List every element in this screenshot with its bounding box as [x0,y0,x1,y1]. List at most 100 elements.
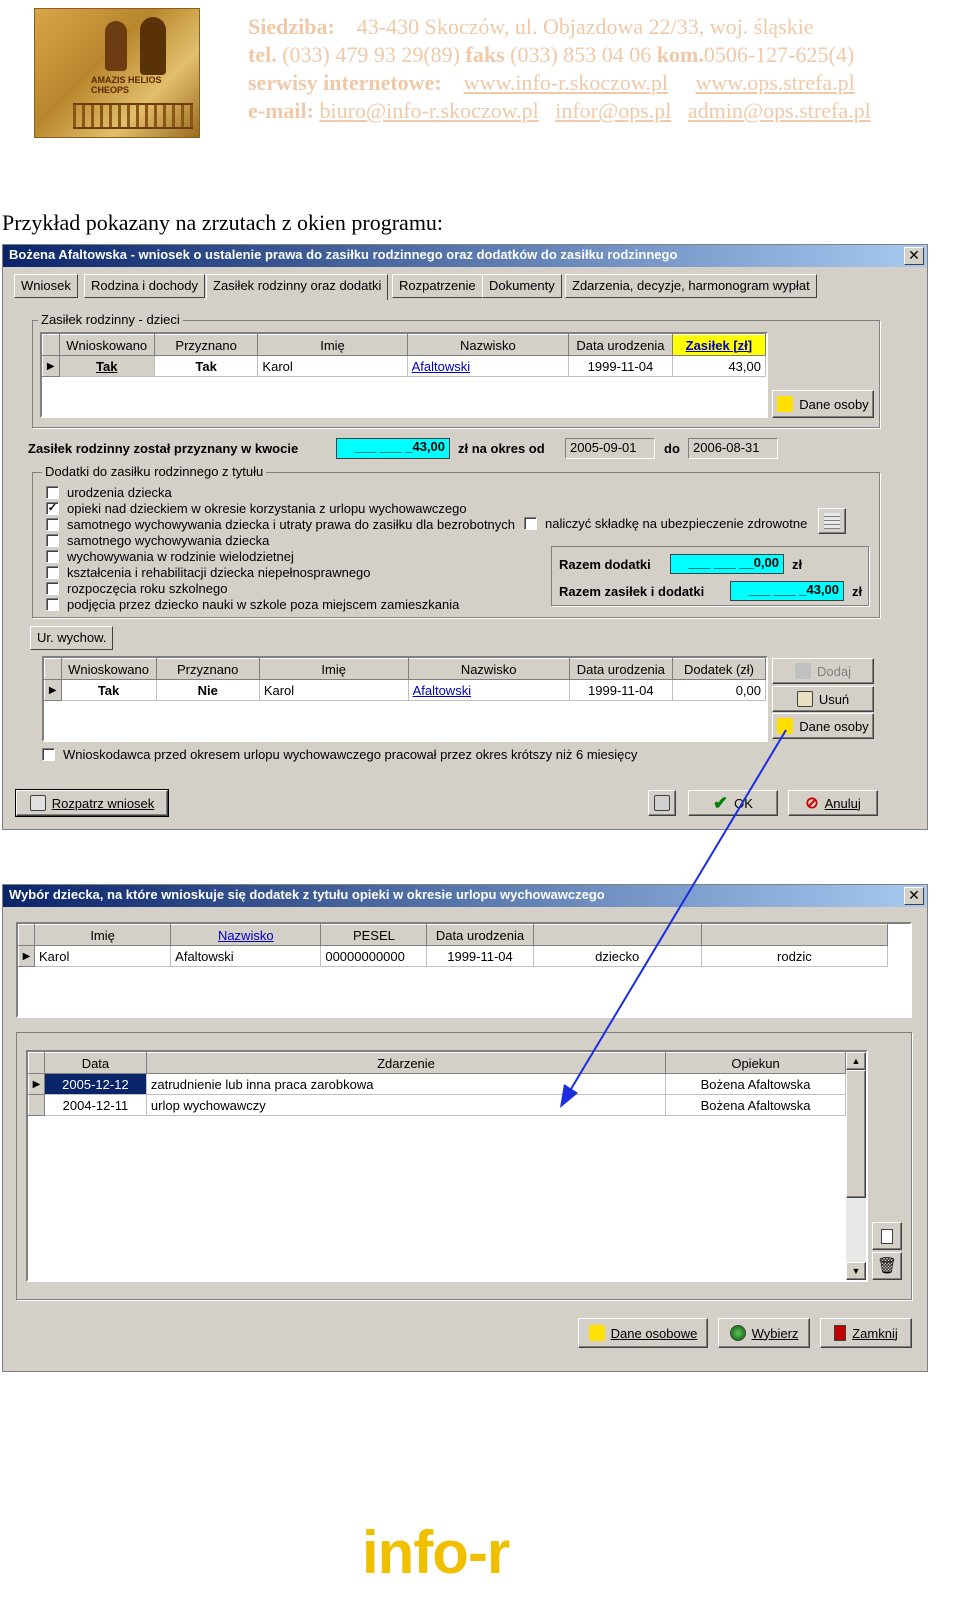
cell-link[interactable]: Afaltowski [407,679,570,701]
krotszy-row[interactable]: Wnioskodawca przed okresem urlopu wychow… [42,747,637,762]
col-empty[interactable] [532,924,702,946]
col-nazwisko[interactable]: Nazwisko [407,658,570,680]
email-link-1[interactable]: biuro@info-r.skoczow.pl [319,98,538,123]
cell[interactable]: Tak [153,355,259,377]
cell[interactable]: zatrudnienie lub inna praca zarobkowa [145,1073,667,1095]
wybierz-button[interactable]: Wybierz [718,1318,810,1348]
cell[interactable]: Tak [58,355,155,377]
cell[interactable]: 2004-12-11 [43,1094,147,1116]
okres-do-field[interactable]: 2006-08-31 [688,438,778,459]
checkbox-row[interactable]: podjęcia przez dziecko nauki w szkole po… [46,596,515,612]
cell[interactable]: Bożena Afaltowska [665,1094,846,1116]
col-data-urodzenia[interactable]: Data urodzenia [568,334,673,356]
cell[interactable]: 00000000000 [320,945,428,967]
col-data[interactable]: Data [43,1052,147,1074]
cell[interactable]: 1999-11-04 [568,679,673,701]
email-link-3[interactable]: admin@ops.strefa.pl [688,98,871,123]
cell[interactable]: Karol [257,355,408,377]
cell[interactable]: Afaltowski [170,945,322,967]
cell[interactable]: Nie [155,679,260,701]
cell[interactable]: Tak [60,679,157,701]
naliczyc-row[interactable]: naliczyć składkę na ubezpieczenie zdrowo… [524,516,807,531]
krotszy-checkbox[interactable] [42,748,55,761]
dane-osoby-button-2[interactable]: Dane osoby [772,713,874,739]
cell[interactable]: dziecko [532,945,702,967]
dane-osobowe-button[interactable]: Dane osobowe [578,1318,708,1348]
col-zasilek[interactable]: Zasiłek [zł] [671,334,767,356]
checkbox[interactable] [46,533,59,547]
col-imie[interactable]: Imię [257,334,408,356]
przyznany-value[interactable]: ___ ___ _43,00 [336,438,450,459]
naliczyc-checkbox[interactable] [524,517,537,530]
cell[interactable]: Karol [34,945,172,967]
tab-zdarzenia[interactable]: Zdarzenia, decyzje, harmonogram wypłat [565,274,817,298]
tab-zasilek[interactable]: Zasiłek rodzinny oraz dodatki [206,274,388,300]
cell[interactable]: Bożena Afaltowska [665,1073,846,1095]
col-dodatek[interactable]: Dodatek (zł) [671,658,767,680]
cell-link[interactable]: Afaltowski [406,355,570,377]
cell[interactable]: urlop wychowawczy [145,1094,667,1116]
checkbox[interactable]: ✓ [46,501,59,515]
col-wnioskowano[interactable]: Wnioskowano [58,334,155,356]
checkbox-row[interactable]: ✓ opieki nad dzieckiem w okresie korzysta… [46,500,515,516]
checkbox[interactable] [46,597,59,611]
okres-od-field[interactable]: 2005-09-01 [565,438,655,459]
cell[interactable]: 43,00 [671,355,767,377]
cell[interactable]: 1999-11-04 [568,355,673,377]
checkbox-row[interactable]: wychowywania w rodzinie wielodzietnej [46,548,515,564]
www-link-2[interactable]: www.ops.strefa.pl [695,70,854,95]
col-nazwisko[interactable]: Nazwisko [406,334,570,356]
col-pesel[interactable]: PESEL [320,924,428,946]
col-imie[interactable]: Imię [258,658,409,680]
checkbox[interactable] [46,549,59,563]
tab-rodzina[interactable]: Rodzina i dochody [84,274,205,298]
delete-button[interactable]: 🗑 [872,1252,902,1280]
checkbox-row[interactable]: urodzenia dziecka [46,484,515,500]
col-nazwisko[interactable]: Nazwisko [170,924,322,946]
tab-ur-wychow[interactable]: Ur. wychow. [30,626,114,650]
cell[interactable]: rodzic [700,945,889,967]
calculator-button[interactable] [818,508,846,534]
cell-selected[interactable]: 2005-12-12 [43,1073,147,1095]
tab-rozpatrzenie[interactable]: Rozpatrzenie [392,274,483,298]
dane-osoby-button[interactable]: Dane osoby [772,390,874,418]
table-row[interactable]: ▶ Tak Tak Karol Afaltowski 1999-11-04 43… [42,355,767,377]
cell[interactable]: 0,00 [671,679,767,701]
usun-button[interactable]: Usuń [772,686,874,712]
col-przyznano[interactable]: Przyznano [155,658,260,680]
table-row[interactable]: 2004-12-11 urlop wychowawczy Bożena Afal… [28,1094,846,1116]
scroll-down-button[interactable]: ▼ [846,1262,866,1280]
close-button[interactable]: ✕ [904,887,924,905]
checkbox-row[interactable]: samotnego wychowywania dziecka i utraty … [46,516,515,532]
www-link-1[interactable]: www.info-r.skoczow.pl [464,70,668,95]
table-row[interactable]: ▶ Tak Nie Karol Afaltowski 1999-11-04 0,… [44,679,767,701]
dodaj-button[interactable]: Dodaj [772,658,874,684]
scroll-thumb[interactable] [846,1070,866,1198]
checkbox[interactable] [46,517,59,531]
rozpatrz-button[interactable]: Rozpatrz wniosek [15,789,169,817]
new-document-button[interactable] [872,1222,902,1250]
checkbox[interactable] [46,485,59,499]
zamknij-button[interactable]: Zamknij [820,1318,912,1348]
checkbox-row[interactable]: samotnego wychowywania dziecka [46,532,515,548]
cell[interactable]: Karol [258,679,409,701]
col-opiekun[interactable]: Opiekun [665,1052,846,1074]
tab-dokumenty[interactable]: Dokumenty [482,274,562,298]
email-link-2[interactable]: infor@ops.pl [555,98,671,123]
tab-wniosek[interactable]: Wniosek [14,274,78,298]
cell[interactable]: 1999-11-04 [426,945,534,967]
col-data-urodzenia[interactable]: Data urodzenia [568,658,673,680]
scroll-up-button[interactable]: ▲ [846,1052,866,1070]
anuluj-button[interactable]: ⊘ Anuluj [788,790,878,816]
checkbox[interactable] [46,581,59,595]
close-button[interactable]: ✕ [904,247,924,265]
col-imie[interactable]: Imię [34,924,172,946]
col-przyznano[interactable]: Przyznano [153,334,259,356]
checkbox[interactable] [46,565,59,579]
col-wnioskowano[interactable]: Wnioskowano [60,658,157,680]
scrollbar[interactable]: ▲ ▼ [846,1052,866,1280]
col-empty[interactable] [700,924,889,946]
col-zdarzenie[interactable]: Zdarzenie [145,1052,667,1074]
print-button[interactable] [648,790,676,816]
col-data-urodzenia[interactable]: Data urodzenia [426,924,534,946]
